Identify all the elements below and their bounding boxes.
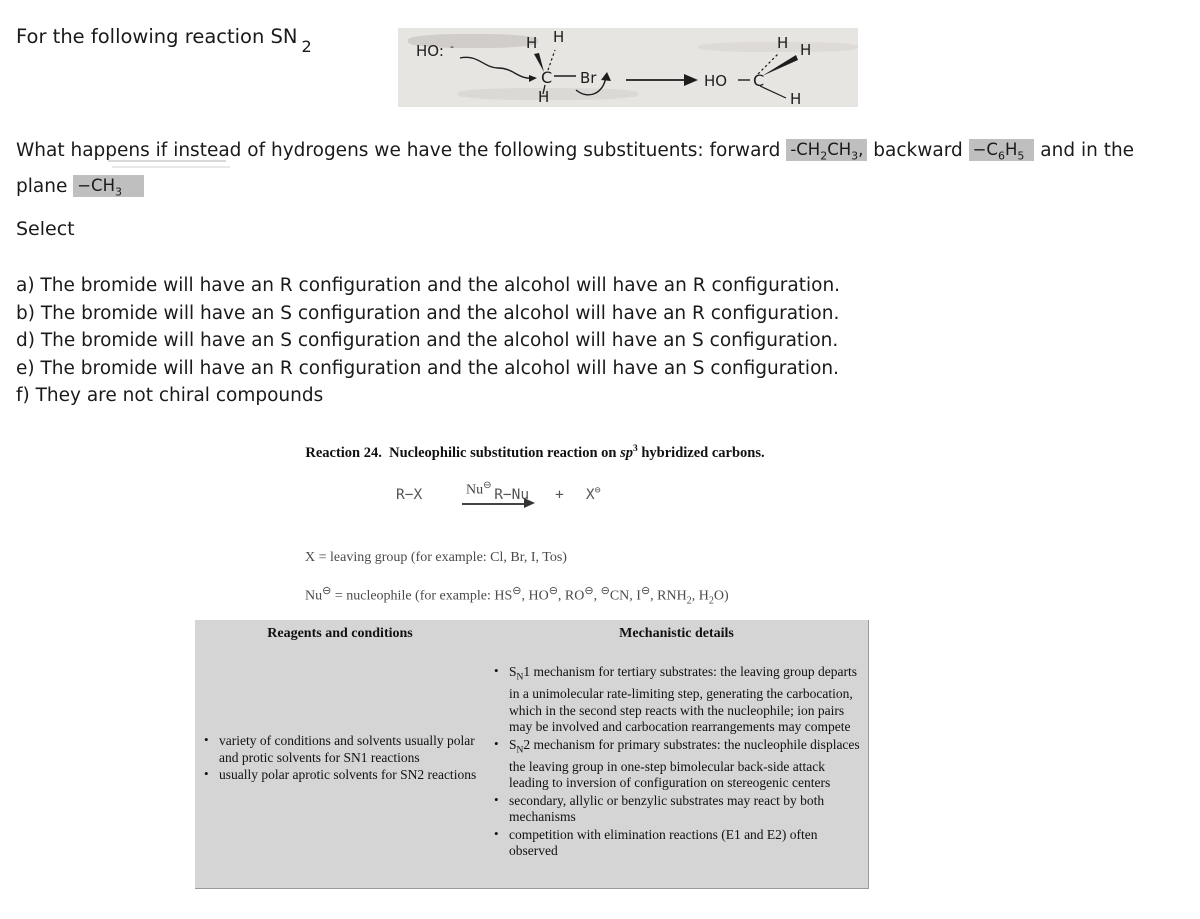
scheme-arrow-head-icon <box>524 498 535 508</box>
svg-text:-: - <box>450 40 454 53</box>
figure-title-prefix: Reaction 24. <box>305 444 382 461</box>
question-line-1: For the following reaction SN 2 <box>16 24 312 56</box>
figure-title: Reaction 24. Nucleophilic substitution r… <box>195 444 875 462</box>
table-body: variety of conditions and solvents usual… <box>195 642 868 861</box>
scheme-reactant: R−X <box>396 486 423 503</box>
chip-plane-substituent: −CH3 <box>73 175 144 199</box>
scheme-arrow-label-charge: ⊖ <box>483 480 492 491</box>
reaction-scan-image: HO: - H H C H Br HO C H H H <box>398 28 858 107</box>
chip-forward-substituent: -CH2CH3, <box>786 139 868 162</box>
mechanistic-bullet-list: SN1 mechanism for tertiary substrates: t… <box>485 663 868 860</box>
list-item: competition with elimination reactions (… <box>485 826 868 860</box>
option-e[interactable]: e) The bromide will have an R configurat… <box>16 355 840 383</box>
scheme-byproduct: X <box>585 486 595 503</box>
scan-h-label: H <box>800 41 811 59</box>
scan-artifact-underline-2 <box>112 166 230 168</box>
table-column-mechanistic: SN1 mechanism for tertiary substrates: t… <box>485 642 868 861</box>
scheme-arrow-label-text: Nu <box>466 482 484 498</box>
table-header-reagents: Reagents and conditions <box>267 626 413 641</box>
scan-h-label: H <box>777 34 788 52</box>
scan-product-ho-label: HO <box>704 72 727 90</box>
question-body: What happens if instead of hydrogens we … <box>16 136 1186 209</box>
scheme-arrow-shaft <box>462 503 528 505</box>
scan-artifact-underline-1 <box>108 160 226 162</box>
option-b[interactable]: b) The bromide will have an S configurat… <box>16 300 840 328</box>
list-item: secondary, allylic or benzylic substrate… <box>485 792 868 826</box>
option-d[interactable]: d) The bromide will have an S configurat… <box>16 327 840 355</box>
mechanism-table: Reagents and conditions Mechanistic deta… <box>195 620 869 889</box>
scan-h-label: H <box>526 34 537 52</box>
question-body-text-2: backward <box>867 140 969 161</box>
scheme-plus: + <box>555 486 564 503</box>
question-line-1-text: For the following reaction SN <box>16 25 298 48</box>
option-f[interactable]: f) They are not chiral compounds <box>16 382 840 410</box>
scan-nucleophile-label: HO: <box>416 42 444 60</box>
definition-nucleophile: Nu⊖ = nucleophile (for example: HS⊖, HO⊖… <box>305 585 729 607</box>
scan-br-label: Br <box>580 69 597 87</box>
option-a[interactable]: a) The bromide will have an R configurat… <box>16 272 840 300</box>
reagents-bullet-list: variety of conditions and solvents usual… <box>195 732 485 784</box>
definition-leaving-group: X = leaving group (for example: Cl, Br, … <box>305 550 567 565</box>
table-header-row: Reagents and conditions Mechanistic deta… <box>195 620 868 642</box>
scheme-arrow-label: Nu⊖ <box>466 480 492 499</box>
table-header-mechanistic: Mechanistic details <box>619 626 734 641</box>
figure-title-main-b: hybridized carbons. <box>637 444 765 461</box>
figure-title-main-a: Nucleophilic substitution reaction on <box>389 444 621 461</box>
scheme-byproduct-charge: ⊖ <box>594 485 601 496</box>
list-item: variety of conditions and solvents usual… <box>195 732 485 766</box>
scan-h-label: H <box>790 90 801 107</box>
sn2-subscript: 2 <box>301 37 312 56</box>
scan-h-label: H <box>553 28 564 46</box>
list-item: SN2 mechanism for primary substrates: th… <box>485 736 868 792</box>
chip-backward-substituent: −C6H5 <box>968 139 1035 162</box>
answer-options-list: a) The bromide will have an R configurat… <box>16 272 840 410</box>
list-item: SN1 mechanism for tertiary substrates: t… <box>485 663 868 736</box>
list-item: usually polar aprotic solvents for SN2 r… <box>195 766 485 784</box>
table-column-reagents: variety of conditions and solvents usual… <box>195 642 485 861</box>
question-body-text-1: What happens if instead of hydrogens we … <box>16 140 787 161</box>
figure-title-italic: sp <box>620 444 633 461</box>
scan-c-label: C <box>541 68 552 87</box>
select-label: Select <box>16 218 75 240</box>
reaction-scheme: R−X R−Nu + X⊖ <box>396 485 601 503</box>
